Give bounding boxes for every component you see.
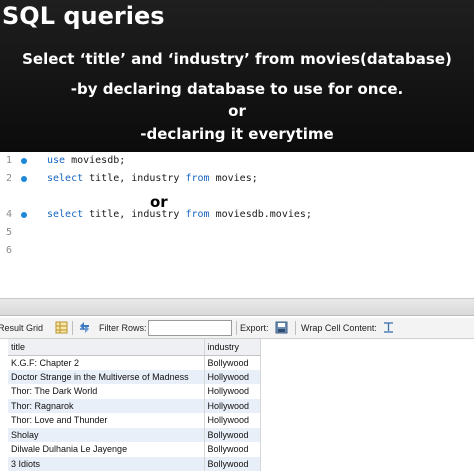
cell-title[interactable]: Sholay [8,427,205,442]
column-header-title[interactable]: title [8,339,205,356]
separator [295,321,296,335]
result-grid-tab[interactable]: Result Grid [0,323,43,333]
cell-industry[interactable]: Bollywood [204,427,261,442]
keyword: from [185,173,210,184]
cell-industry[interactable]: Hollywood [204,384,261,399]
cell-title[interactable]: Thor: Love and Thunder [8,413,205,428]
code-line[interactable]: 6 [0,245,474,259]
keyword: from [185,209,210,220]
cell-title[interactable]: Doctor Strange in the Multiverse of Madn… [8,369,205,384]
code-text: select title, industry from moviesdb.mov… [47,209,312,220]
line-number: 6 [6,245,13,256]
cell-industry[interactable]: Hollywood [204,413,261,428]
cell-industry[interactable]: Hollywood [204,369,261,384]
statement-marker-icon [21,158,27,164]
header-banner: SQL queries Select ‘title’ and ‘industry… [0,0,474,152]
cell-title[interactable]: Thor: Ragnarok [8,398,205,413]
filter-rows-label: Filter Rows: [99,323,147,333]
table-header-row: title industry [8,339,261,356]
column-header-industry[interactable]: industry [204,339,261,356]
separator [72,321,73,335]
result-toolbar: Result Grid Filter Rows: Export: Wrap Ce… [0,318,474,339]
code-mid: title, industry [83,209,186,220]
table-row[interactable]: Thor: Ragnarok Hollywood [8,398,261,413]
filter-rows-input[interactable] [148,320,232,336]
code-rest: movies; [209,173,258,184]
statement-marker-icon [21,176,27,182]
code-rest: moviesdb.movies; [209,209,312,220]
code-text: select title, industry from movies; [47,173,258,184]
line-number: 4 [6,209,13,220]
keyword: select [47,173,84,184]
line-number: 2 [6,173,13,184]
results-table: title industry K.G.F: Chapter 2 Bollywoo… [8,339,261,471]
table-row[interactable]: Thor: The Dark World Hollywood [8,384,261,399]
statement-marker-icon [21,212,27,218]
wrap-cell-label: Wrap Cell Content: [301,323,377,333]
line-number: 5 [6,227,13,238]
horizontal-scrollbar[interactable] [0,298,474,316]
cell-title[interactable]: Dilwale Dulhania Le Jayenge [8,442,205,457]
note-line-2: -declaring it everytime [140,125,334,143]
note-or: or [228,102,246,120]
code-line[interactable]: 2 select title, industry from movies; [0,173,474,187]
separator [236,321,237,335]
code-line[interactable]: 1 use moviesdb; [0,155,474,169]
keyword: select [47,209,84,220]
code-mid: title, industry [83,173,186,184]
table-row[interactable]: Doctor Strange in the Multiverse of Madn… [8,369,261,384]
cell-title[interactable]: Thor: The Dark World [8,384,205,399]
page-title: SQL queries [2,2,165,30]
cell-title[interactable]: K.G.F: Chapter 2 [8,355,205,370]
cell-industry[interactable]: Bollywood [204,456,261,471]
code-rest: moviesdb; [65,155,126,166]
refresh-icon[interactable] [78,321,91,334]
keyword: use [47,155,66,166]
line-number: 1 [6,155,13,166]
code-line[interactable]: 4 select title, industry from moviesdb.m… [0,209,474,223]
table-row[interactable]: Thor: Love and Thunder Hollywood [8,413,261,428]
code-line[interactable]: 5 [0,227,474,241]
table-row[interactable]: 3 Idiots Bollywood [8,456,261,471]
note-line-1: -by declaring database to use for once. [70,80,404,98]
export-icon[interactable] [275,321,288,334]
table-row[interactable]: K.G.F: Chapter 2 Bollywood [8,355,261,370]
cell-industry[interactable]: Bollywood [204,442,261,457]
subtitle: Select ‘title’ and ‘industry’ from movie… [22,50,452,68]
grid-icon[interactable] [55,321,68,334]
table-row[interactable]: Sholay Bollywood [8,427,261,442]
wrap-cell-icon[interactable] [382,321,395,334]
cell-title[interactable]: 3 Idiots [8,456,205,471]
export-label: Export: [240,323,269,333]
code-text: use moviesdb; [47,155,125,166]
cell-industry[interactable]: Bollywood [204,355,261,370]
table-row[interactable]: Dilwale Dulhania Le Jayenge Bollywood [8,442,261,457]
cell-industry[interactable]: Hollywood [204,398,261,413]
sql-editor[interactable]: 1 use moviesdb; 2 select title, industry… [0,152,474,298]
